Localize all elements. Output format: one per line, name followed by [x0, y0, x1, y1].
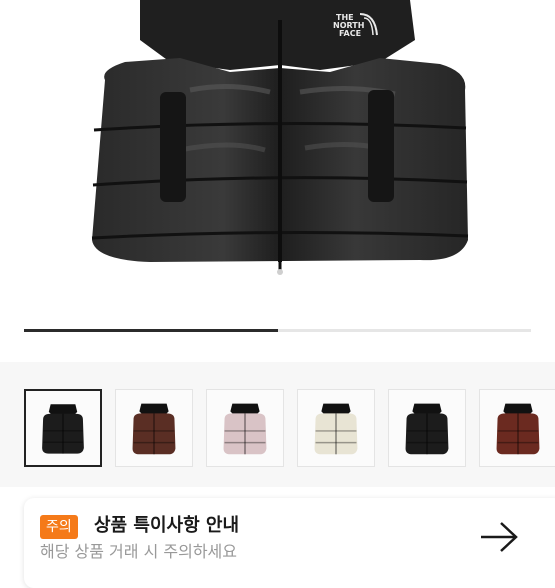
thumbnail-pink-vest-front[interactable]: [206, 389, 284, 467]
thumbnail-image: [298, 390, 374, 466]
vest-illustration: THE NORTH FACE: [91, 0, 469, 275]
notice-title: 상품 특이사항 안내: [94, 515, 240, 536]
product-image[interactable]: THE NORTH FACE: [0, 0, 555, 362]
thumbnail-image: [207, 390, 283, 466]
notice-subtitle: 해당 상품 거래 시 주의하세요: [40, 542, 237, 561]
thumbnail-brown-vest-alt[interactable]: [479, 389, 555, 467]
thumbnail-image: [389, 390, 465, 466]
arrow-right-icon[interactable]: [479, 520, 519, 554]
thumbnail-image: [480, 390, 555, 466]
svg-text:FACE: FACE: [339, 29, 361, 38]
thumbnail-brown-vest-front[interactable]: [115, 389, 193, 467]
thumbnail-image: [116, 390, 192, 466]
thumbnail-black-vest-front[interactable]: [24, 389, 102, 467]
gallery-progress-bar: [24, 329, 531, 332]
gallery-progress-fill: [24, 329, 278, 332]
thumbnail-black-vest-alt[interactable]: [388, 389, 466, 467]
thumbnail-cream-vest-front[interactable]: [297, 389, 375, 467]
caution-badge: 주의: [40, 515, 78, 539]
thumbnail-image: [26, 391, 100, 465]
product-notice-card[interactable]: 주의 상품 특이사항 안내 해당 상품 거래 시 주의하세요: [24, 498, 555, 588]
